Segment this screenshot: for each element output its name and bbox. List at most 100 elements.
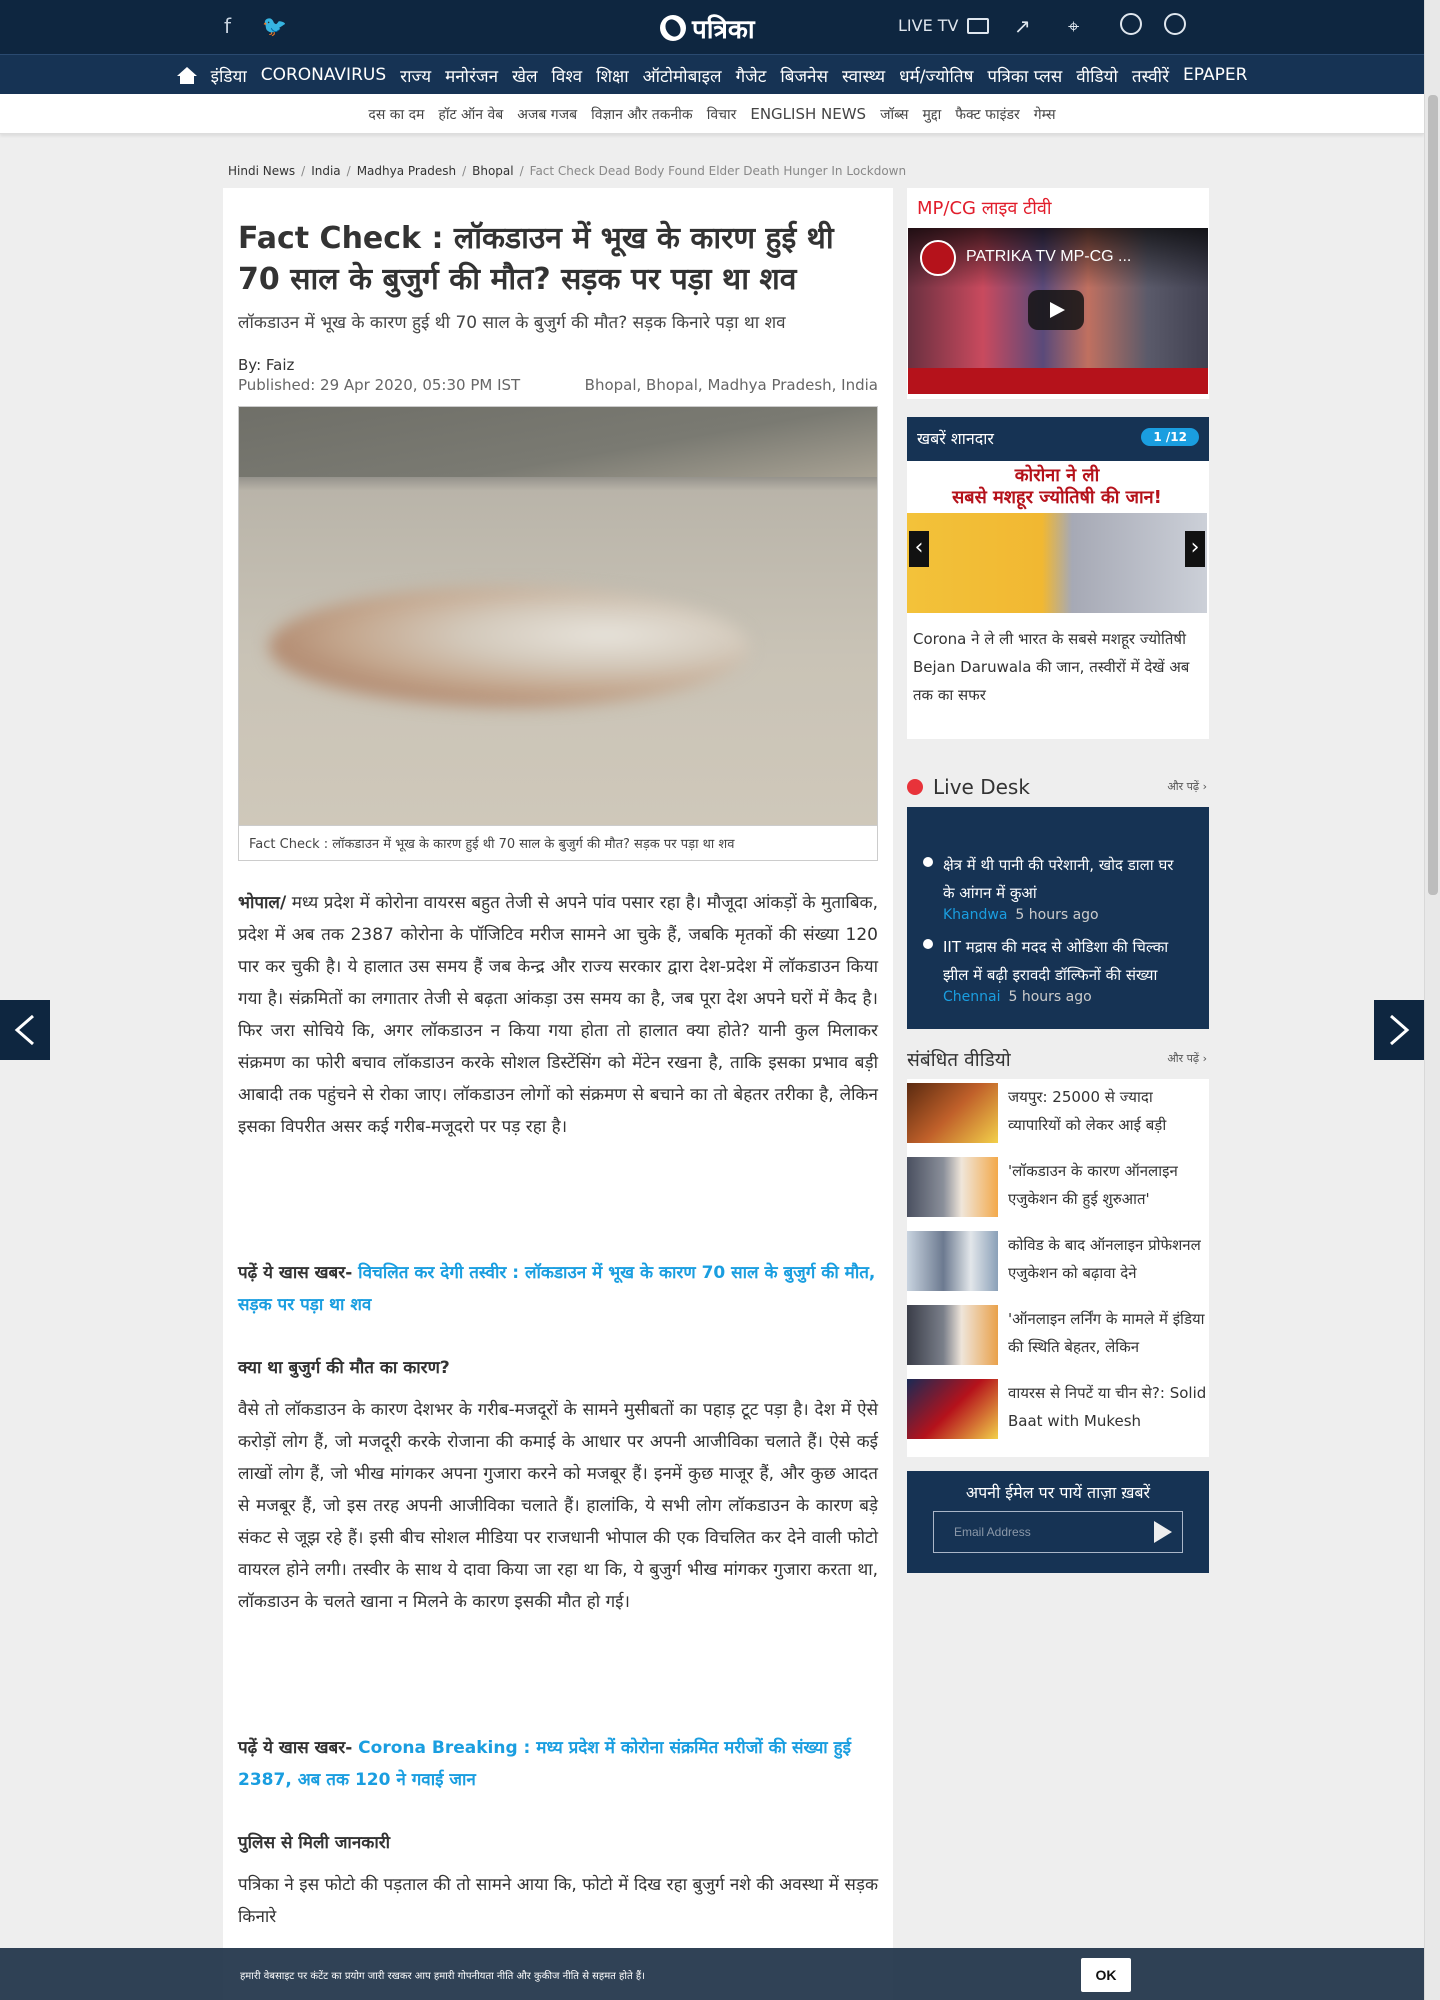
read-more-block: पढ़ें ये खास खबर- विचलित कर देगी तस्वीर … (238, 1257, 878, 1321)
slide-image[interactable]: कोरोना ने ली सबसे मशहूर ज्योतिषी की जान! … (907, 461, 1207, 613)
chevron-left-icon (14, 1014, 34, 1046)
live-desk-title: Live Desk (933, 775, 1030, 799)
logo-mark-icon (660, 15, 686, 41)
play-button[interactable] (1028, 290, 1084, 330)
video-item-title[interactable]: 'लॉकडाउन के कारण ऑनलाइन एजुकेशन की हुई श… (1008, 1157, 1208, 1213)
nav-item[interactable]: विश्व (545, 64, 590, 87)
nav-item[interactable]: स्वास्थ्य (835, 64, 892, 87)
video-item[interactable]: वायरस से निपटें या चीन से?: Solid Baat w… (907, 1379, 1209, 1453)
live-item-city[interactable]: Chennai (943, 989, 1000, 1005)
live-item[interactable]: IIT मद्रास की मदद से ओडिशा की चिल्का झील… (923, 933, 1189, 1005)
more-link[interactable]: और पढ़ें › (1167, 779, 1207, 794)
subnav-item[interactable]: दस का दम (361, 105, 431, 124)
live-tv-link[interactable]: LIVE TV (898, 16, 989, 35)
nav-item[interactable]: राज्य (393, 64, 438, 87)
breadcrumb-current: Fact Check Dead Body Found Elder Death H… (529, 164, 907, 178)
video-item[interactable]: 'लॉकडाउन के कारण ऑनलाइन एजुकेशन की हुई श… (907, 1157, 1209, 1231)
nav-item[interactable]: मनोरंजन (438, 64, 505, 87)
banner-line-1: कोरोना ने ली (1014, 465, 1100, 486)
breadcrumb-link[interactable]: India (311, 164, 340, 178)
breadcrumb-link[interactable]: Madhya Pradesh (357, 164, 456, 178)
more-link[interactable]: और पढ़ें › (1167, 1051, 1207, 1066)
article-byline: By: Faiz (238, 356, 295, 374)
live-item-city[interactable]: Khandwa (943, 907, 1007, 923)
facebook-icon[interactable]: f (224, 14, 231, 38)
newsletter-box: अपनी ईमेल पर पायें ताज़ा ख़बरें (907, 1471, 1209, 1573)
home-icon (176, 67, 197, 84)
nav-item[interactable]: पत्रिका प्लस (980, 64, 1069, 87)
video-item[interactable]: जयपुर: 25000 से ज्यादा व्यापारियों को ले… (907, 1083, 1209, 1157)
nav-item[interactable]: धर्म/ज्योतिष (892, 64, 980, 87)
newsletter-title: अपनी ईमेल पर पायें ताज़ा ख़बरें (965, 1483, 1151, 1502)
video-thumbnail[interactable] (907, 1305, 998, 1365)
location-icon[interactable]: ⌖ (1068, 14, 1079, 38)
subnav-item[interactable]: ENGLISH NEWS (743, 105, 873, 123)
nav-home[interactable] (170, 65, 204, 85)
read-more-label: पढ़ें ये खास खबर- (238, 1263, 353, 1283)
nav-item[interactable]: EPAPER (1176, 65, 1254, 85)
article: Fact Check : लॉकडाउन में भूख के कारण हुई… (223, 188, 893, 2000)
next-slide-icon[interactable]: › (1185, 531, 1205, 567)
subnav-item[interactable]: फैक्ट फाइंडर (948, 105, 1026, 124)
site-logo[interactable]: पत्रिका (660, 10, 755, 46)
email-input[interactable] (954, 1525, 1134, 1539)
subnav-item[interactable]: गेम्स (1027, 105, 1063, 124)
subnav-item[interactable]: विचार (700, 105, 744, 124)
mpcg-title[interactable]: MP/CG लाइव टीवी (907, 188, 1209, 228)
search-icon[interactable] (1120, 13, 1142, 40)
nav-item[interactable]: ऑटोमोबाइल (636, 64, 729, 87)
prev-article-button[interactable] (0, 1000, 50, 1060)
breadcrumb-link[interactable]: Hindi News (228, 164, 295, 178)
slide-text[interactable]: Corona ने ले ली भारत के सबसे मशहूर ज्योत… (907, 613, 1209, 729)
video-thumbnail[interactable] (907, 1157, 998, 1217)
video-thumbnail[interactable] (907, 1379, 998, 1439)
paragraph-text: मध्य प्रदेश में कोरोना वायरस बहुत तेजी स… (238, 893, 878, 1137)
nav-item[interactable]: खेल (505, 64, 544, 87)
newsletter-form (933, 1511, 1183, 1553)
scrollbar-thumb[interactable] (1428, 95, 1438, 895)
video-item-title[interactable]: जयपुर: 25000 से ज्यादा व्यापारियों को ले… (1008, 1083, 1208, 1139)
nav-item[interactable]: तस्वीरें (1125, 64, 1176, 87)
nav-item[interactable]: इंडिया (204, 64, 254, 87)
slide-counter: 1 /12 (1141, 428, 1199, 446)
nav-item[interactable]: गैजेट (729, 64, 774, 87)
live-item-text: IIT मद्रास की मदद से ओडिशा की चिल्का झील… (943, 938, 1169, 984)
trending-icon[interactable]: ↗ (1014, 14, 1031, 38)
video-item-title[interactable]: कोविड के बाद ऑनलाइन प्रोफेशनल एजुकेशन को… (1008, 1231, 1208, 1287)
article-paragraph: भोपाल/ मध्य प्रदेश में कोरोना वायरस बहुत… (238, 887, 878, 1143)
sub-nav: दस का दम हॉट ऑन वेब अजब गजब विज्ञान और त… (0, 94, 1424, 134)
cookie-ok-button[interactable]: OK (1081, 1958, 1131, 1992)
video-item[interactable]: कोविड के बाद ऑनलाइन प्रोफेशनल एजुकेशन को… (907, 1231, 1209, 1305)
nav-item[interactable]: CORONAVIRUS (254, 65, 393, 85)
subnav-item[interactable]: अजब गजब (510, 105, 584, 124)
video-title[interactable]: PATRIKA TV MP-CG ... (966, 248, 1131, 266)
video-item-title[interactable]: वायरस से निपटें या चीन से?: Solid Baat w… (1008, 1379, 1208, 1435)
video-player[interactable]: PATRIKA TV MP-CG ... (908, 228, 1208, 394)
nav-item[interactable]: शिक्षा (589, 64, 636, 87)
subnav-item[interactable]: विज्ञान और तकनीक (584, 105, 700, 124)
chevron-right-icon (1390, 1014, 1410, 1046)
subnav-item[interactable]: हॉट ऑन वेब (431, 105, 510, 124)
breadcrumb-link[interactable]: Bhopal (472, 164, 513, 178)
next-article-button[interactable] (1374, 1000, 1424, 1060)
main-nav: इंडिया CORONAVIRUS राज्य मनोरंजन खेल विश… (0, 54, 1424, 94)
related-videos-header: संबंधित वीडियो और पढ़ें › (907, 1039, 1209, 1079)
live-item[interactable]: क्षेत्र में थी पानी की परेशानी, खोद डाला… (923, 851, 1189, 923)
video-thumbnail[interactable] (907, 1231, 998, 1291)
video-thumbnail[interactable] (907, 1083, 998, 1143)
subnav-item[interactable]: जॉब्स (873, 105, 915, 124)
video-item-title[interactable]: 'ऑनलाइन लर्निंग के मामले में इंडिया की स… (1008, 1305, 1208, 1361)
user-icon[interactable] (1164, 13, 1186, 40)
scrollbar[interactable] (1424, 0, 1440, 2000)
subnav-item[interactable]: मुद्दा (915, 105, 948, 124)
live-item-time: 5 hours ago (1015, 907, 1099, 923)
nav-item[interactable]: बिजनेस (773, 64, 835, 87)
article-paragraph: पत्रिका ने इस फोटो की पड़ताल की तो सामने… (238, 1875, 878, 1927)
cookie-banner: हमारी वेबसाइट पर कंटेंट का प्रयोग जारी र… (0, 1948, 1424, 2000)
nav-item[interactable]: वीडियो (1069, 64, 1125, 87)
prev-slide-icon[interactable]: ‹ (909, 531, 929, 567)
video-item[interactable]: 'ऑनलाइन लर्निंग के मामले में इंडिया की स… (907, 1305, 1209, 1379)
twitter-icon[interactable]: 🐦 (262, 14, 287, 38)
submit-arrow-icon[interactable] (1154, 1521, 1172, 1543)
banner-line-2: सबसे मशहूर ज्योतिषी की जान! (952, 487, 1162, 508)
